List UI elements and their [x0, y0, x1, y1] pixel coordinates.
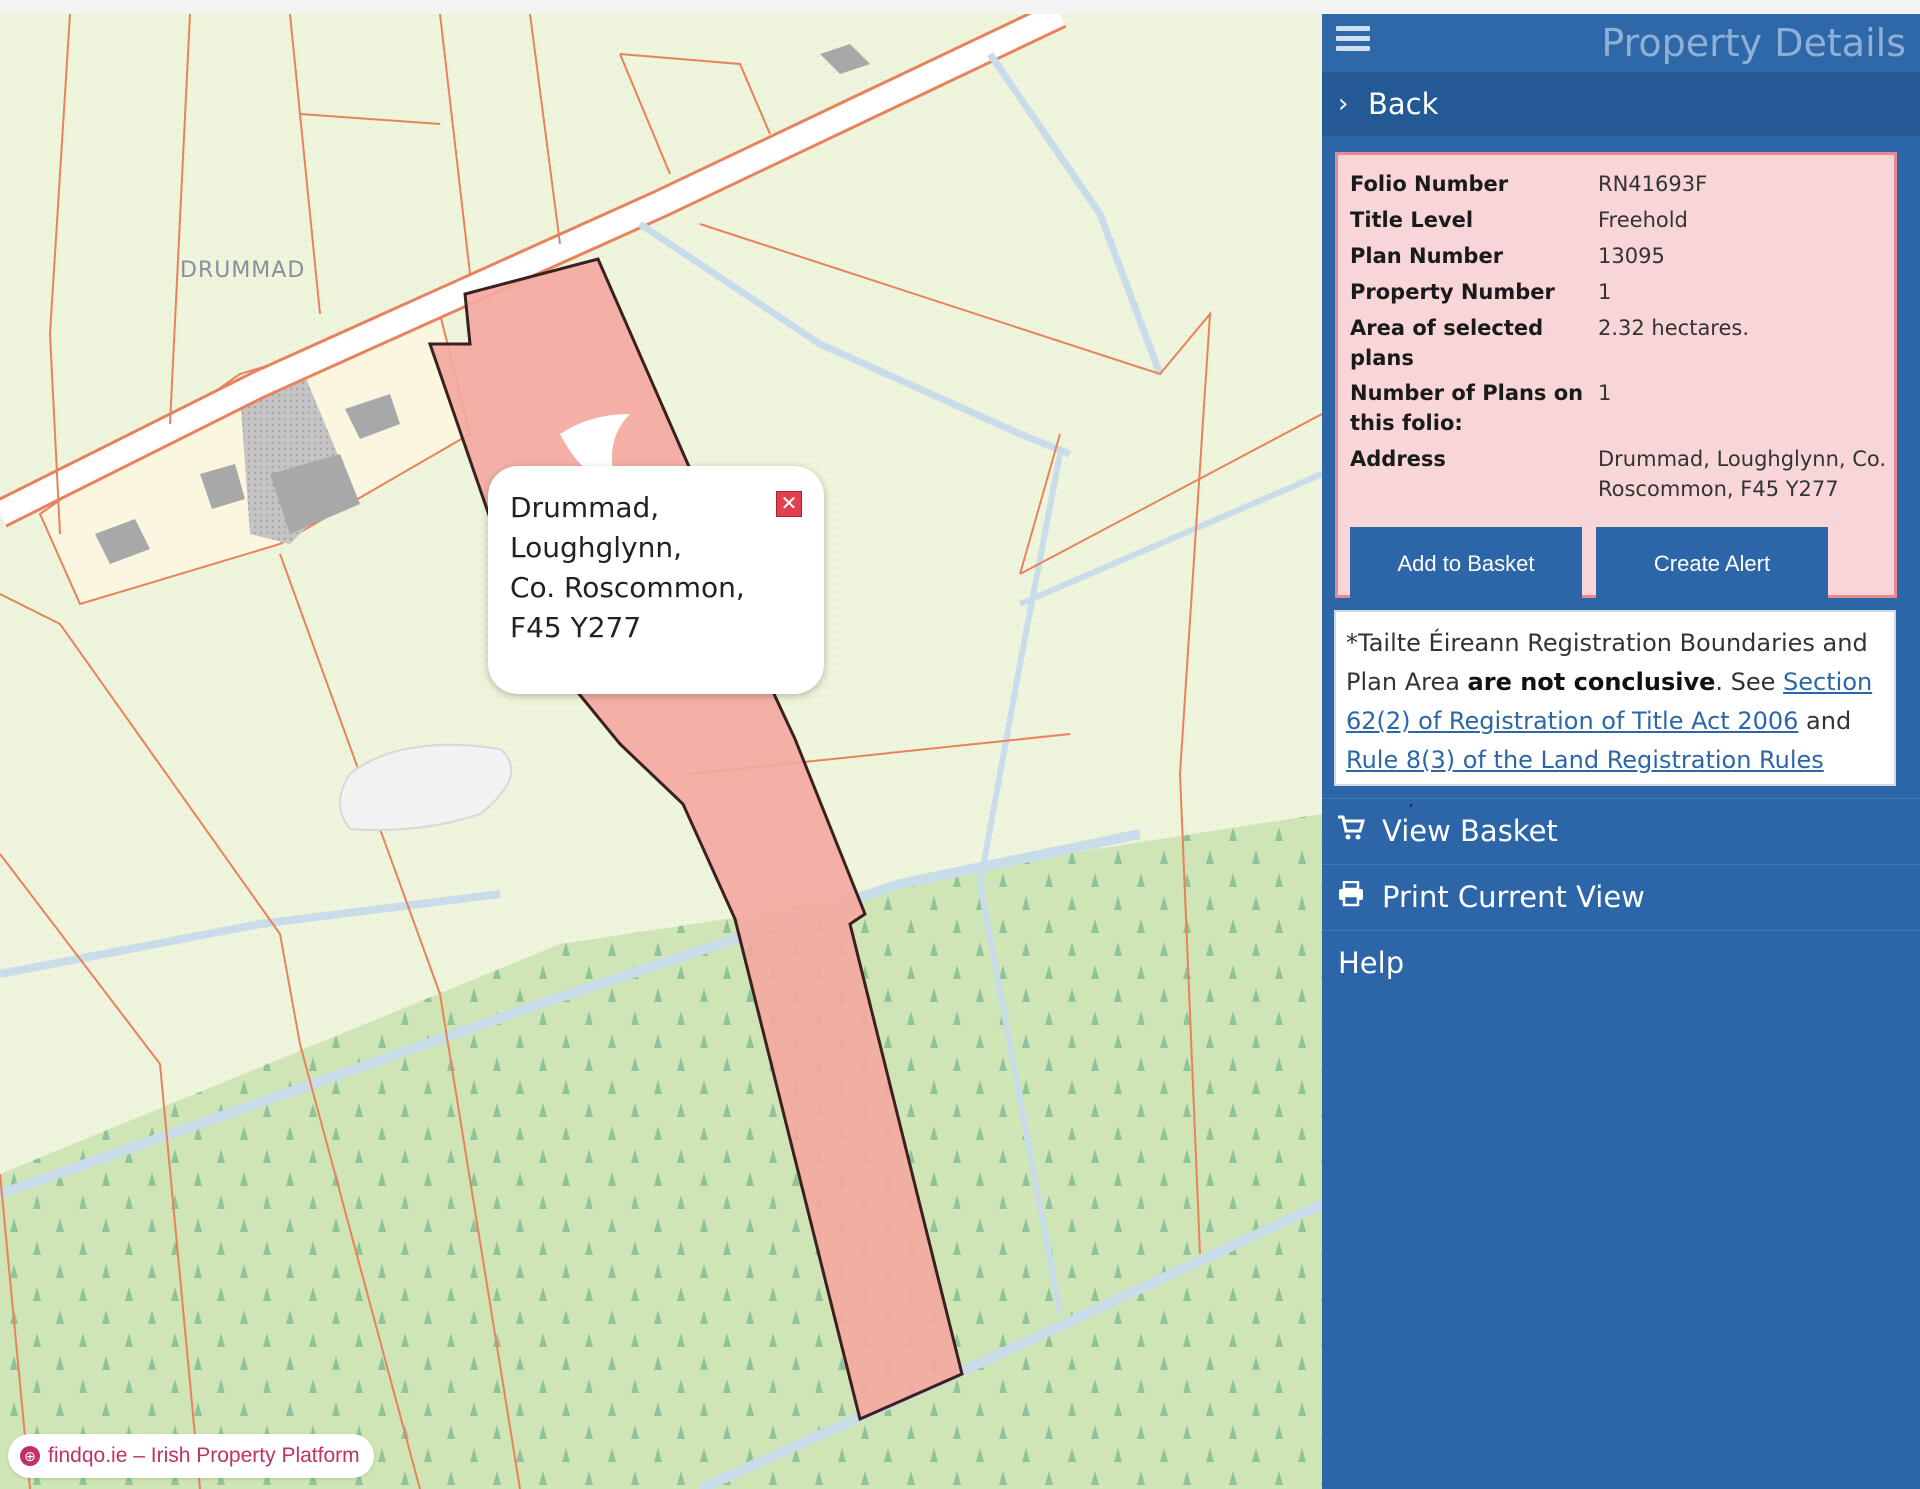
detail-label: Folio Number [1350, 172, 1509, 196]
detail-value: Drummad, Loughglynn, Co. Roscommon, F45 … [1598, 447, 1887, 501]
detail-label: Area of selected plans [1350, 316, 1544, 370]
view-basket-label: View Basket [1382, 814, 1558, 848]
chevron-right-icon: › [1338, 89, 1349, 119]
detail-value: RN41693F [1598, 172, 1708, 196]
detail-label: Address [1350, 447, 1446, 471]
disclaimer-text: and [1798, 707, 1852, 735]
watermark-text: findqo.ie – Irish Property Platform [48, 1444, 360, 1467]
detail-label: Plan Number [1350, 244, 1504, 268]
top-strip [0, 0, 1920, 14]
popup-address: Drummad, Loughglynn, Co. Roscommon, F45 … [510, 488, 770, 648]
map-canvas[interactable] [0, 14, 1322, 1489]
map-view[interactable]: DRUMMAD Drummad, Loughglynn, Co. Roscomm… [0, 14, 1322, 1489]
disclaimer-text: . See [1715, 668, 1784, 696]
add-to-basket-button[interactable]: Add to Basket [1350, 527, 1582, 599]
detail-value: 1 [1598, 280, 1612, 304]
address-popup: Drummad, Loughglynn, Co. Roscommon, F45 … [488, 466, 824, 694]
create-alert-button[interactable]: Create Alert [1596, 527, 1828, 599]
detail-value: 1 [1598, 381, 1612, 405]
detail-value: 2.32 hectares. [1598, 316, 1750, 340]
popup-line: Loughglynn, [510, 531, 683, 564]
panel-title: Property Details [1601, 21, 1906, 65]
disclaimer-bold: are not conclusive [1467, 668, 1716, 696]
popup-line: Drummad, [510, 491, 660, 524]
detail-label: Number of Plans on this folio: [1350, 381, 1584, 435]
print-view-button[interactable]: Print Current View [1322, 864, 1920, 929]
property-details-box: Folio Number RN41693F Title Level Freeho… [1335, 152, 1897, 599]
printer-icon [1336, 880, 1366, 914]
detail-label: Property Number [1350, 280, 1555, 304]
watermark: ⊕ findqo.ie – Irish Property Platform [8, 1434, 374, 1478]
popup-line: F45 Y277 [510, 611, 642, 644]
cart-icon [1336, 815, 1366, 848]
detail-value: 13095 [1598, 244, 1665, 268]
view-basket-button[interactable]: View Basket [1322, 798, 1920, 863]
hamburger-menu-icon[interactable] [1336, 22, 1370, 56]
back-button[interactable]: › Back [1322, 72, 1920, 136]
print-view-label: Print Current View [1382, 880, 1645, 914]
place-label: DRUMMAD [180, 258, 306, 283]
property-panel: Property Details › Back Folio Number RN4… [1322, 14, 1920, 1489]
detail-value: Freehold [1598, 208, 1688, 232]
logo-icon: ⊕ [20, 1446, 40, 1466]
close-icon[interactable]: ✕ [776, 491, 802, 517]
help-label: Help [1338, 946, 1405, 980]
help-button[interactable]: Help [1322, 930, 1920, 995]
back-label: Back [1368, 87, 1439, 121]
panel-header: Property Details [1322, 14, 1920, 72]
popup-line: Co. Roscommon, [510, 571, 745, 604]
disclaimer: *Tailte Éireann Registration Boundaries … [1334, 610, 1896, 813]
detail-label: Title Level [1350, 208, 1474, 232]
